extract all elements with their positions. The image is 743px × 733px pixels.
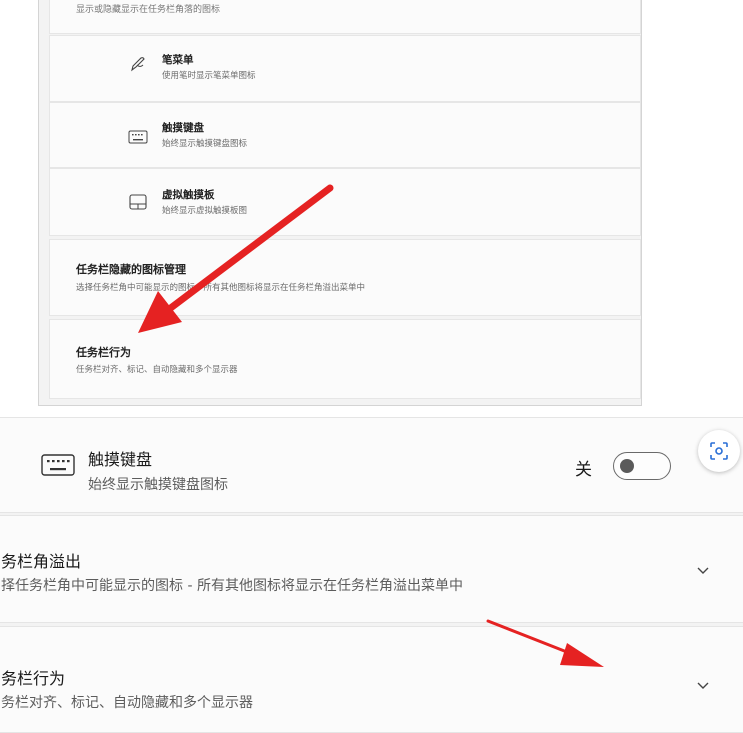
bottom-settings-panel: 触摸键盘 始终显示触摸键盘图标 关 务栏角溢出 择任务栏角中可能显示的图标 - … bbox=[0, 417, 743, 733]
hidden-icon-management-section[interactable]: 任务栏隐藏的图标管理 选择任务栏角中可能显示的图标 - 所有其他图标将显示在任务… bbox=[49, 239, 641, 316]
corner-overflow-desc: 择任务栏角中可能显示的图标 - 所有其他图标将显示在任务栏角溢出菜单中 bbox=[1, 578, 463, 594]
pen-menu-title: 笔菜单 bbox=[162, 54, 194, 66]
keyboard-icon bbox=[128, 130, 148, 144]
taskbar-corner-overflow-section[interactable]: 务栏角溢出 择任务栏角中可能显示的图标 - 所有其他图标将显示在任务栏角溢出菜单… bbox=[0, 515, 743, 623]
virtual-touchpad-row[interactable]: 虚拟触摸板 始终显示虚拟触摸板图 bbox=[49, 168, 641, 236]
chevron-down-icon[interactable] bbox=[693, 560, 713, 580]
pen-icon bbox=[131, 57, 145, 72]
touch-keyboard-row-large[interactable]: 触摸键盘 始终显示触摸键盘图标 关 bbox=[0, 417, 743, 513]
touch-keyboard-title: 触摸键盘 bbox=[162, 122, 204, 134]
touch-keyboard-toggle[interactable] bbox=[613, 452, 671, 480]
chevron-down-icon[interactable] bbox=[693, 675, 713, 695]
hidden-icon-management-desc: 选择任务栏角中可能显示的图标 - 所有其他图标将显示在任务栏角溢出菜单中 bbox=[76, 283, 365, 293]
taskbar-behavior-desc-large: 务栏对齐、标记、自动隐藏和多个显示器 bbox=[1, 695, 253, 711]
taskbar-corner-icons-header: 显示或隐藏显示在任务栏角落的图标 bbox=[49, 0, 641, 34]
keyboard-icon bbox=[41, 454, 75, 476]
toggle-state-label: 关 bbox=[575, 460, 592, 480]
corner-overflow-title: 务栏角溢出 bbox=[1, 552, 82, 571]
taskbar-behavior-section[interactable]: 任务栏行为 任务栏对齐、标记、自动隐藏和多个显示器 bbox=[49, 319, 641, 399]
taskbar-behavior-desc: 任务栏对齐、标记、自动隐藏和多个显示器 bbox=[76, 365, 238, 375]
taskbar-behavior-section-large[interactable]: 务栏行为 务栏对齐、标记、自动隐藏和多个显示器 bbox=[0, 626, 743, 733]
touch-keyboard-row[interactable]: 触摸键盘 始终显示触摸键盘图标 bbox=[49, 102, 641, 168]
visual-search-icon bbox=[710, 442, 728, 460]
touchpad-icon bbox=[129, 194, 147, 210]
top-settings-panel: 显示或隐藏显示在任务栏角落的图标 笔菜单 使用笔时显示笔菜单图标 触摸键盘 始终… bbox=[38, 0, 642, 406]
taskbar-behavior-title: 任务栏行为 bbox=[76, 346, 131, 359]
pen-menu-desc: 使用笔时显示笔菜单图标 bbox=[162, 71, 256, 81]
virtual-touchpad-desc: 始终显示虚拟触摸板图 bbox=[162, 206, 248, 216]
visual-search-button[interactable] bbox=[698, 430, 740, 472]
hidden-icon-management-title: 任务栏隐藏的图标管理 bbox=[76, 263, 186, 276]
pen-menu-row[interactable]: 笔菜单 使用笔时显示笔菜单图标 bbox=[49, 35, 641, 102]
section-hint: 显示或隐藏显示在任务栏角落的图标 bbox=[76, 5, 221, 15]
taskbar-behavior-title-large: 务栏行为 bbox=[1, 669, 66, 688]
virtual-touchpad-title: 虚拟触摸板 bbox=[162, 189, 215, 201]
touch-keyboard-desc-large: 始终显示触摸键盘图标 bbox=[88, 477, 228, 493]
touch-keyboard-title-large: 触摸键盘 bbox=[88, 450, 153, 469]
toggle-knob bbox=[620, 459, 634, 473]
touch-keyboard-desc: 始终显示触摸键盘图标 bbox=[162, 139, 248, 149]
